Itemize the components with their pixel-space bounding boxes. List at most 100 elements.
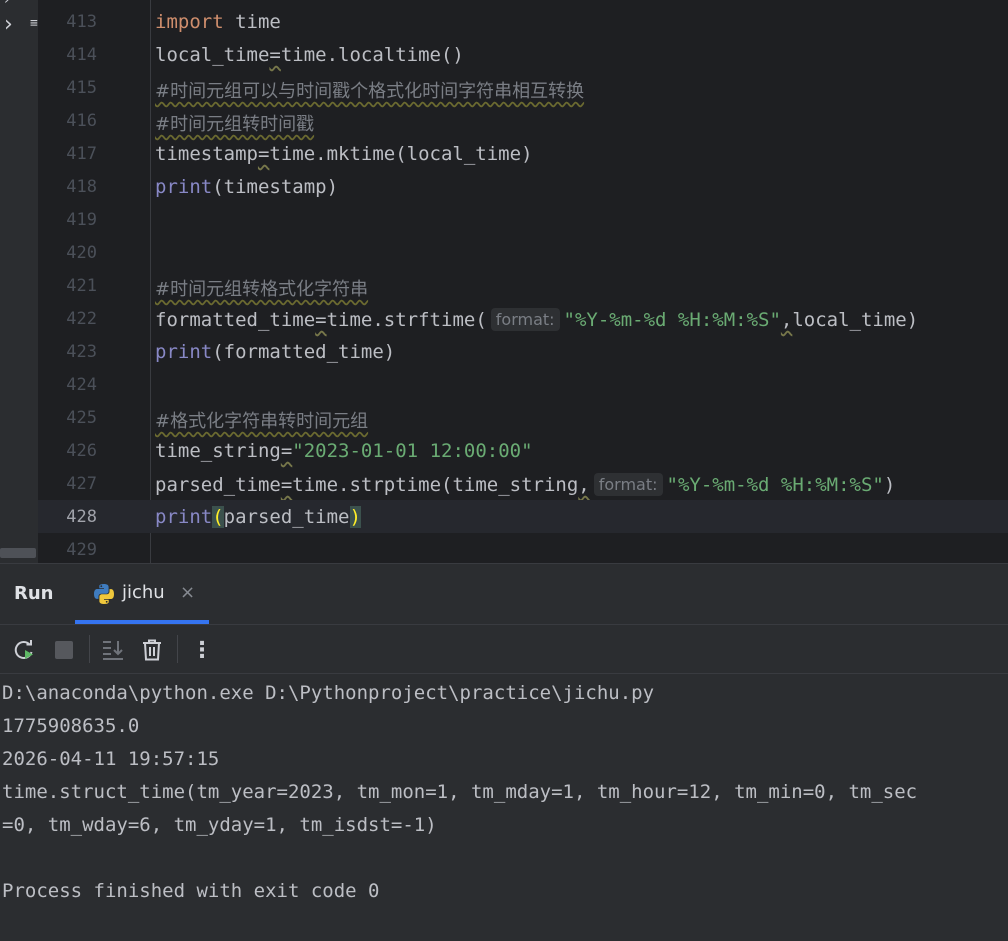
line-number: 426 (66, 441, 97, 461)
code-line[interactable]: 423 print(formatted_time) (38, 335, 1008, 368)
console-output[interactable]: D:\anaconda\python.exe D:\Pythonproject\… (0, 674, 1008, 941)
code-text[interactable]: print(timestamp) (155, 176, 338, 198)
line-number: 417 (66, 144, 97, 164)
code-line[interactable]: 424 (38, 368, 1008, 401)
console-line: Process finished with exit code 0 (2, 880, 380, 902)
code-token: ) (883, 474, 896, 496)
comment-token: #时间元组可以与时间戳个格式化时间字符串相互转换 (155, 81, 585, 102)
line-number: 416 (66, 111, 97, 131)
code-line[interactable]: 422 formatted_time=time.strftime(format:… (38, 302, 1008, 335)
code-text[interactable]: print(parsed_time) (155, 506, 361, 528)
code-line[interactable]: 418 print(timestamp) (38, 170, 1008, 203)
code-text[interactable]: #时间元组转格式化字符串 (155, 275, 368, 301)
code-text[interactable]: local_time=time.localtime() (155, 44, 464, 66)
comment-token: #时间元组转时间戳 (155, 114, 315, 135)
code-line[interactable]: 426 time_string="2023-01-01 12:00:00" (38, 434, 1008, 467)
code-line-current[interactable]: 428 print(parsed_time) (38, 500, 1008, 533)
horizontal-scrollbar[interactable] (0, 548, 36, 558)
code-editor[interactable]: › › ≡ 413 import time 414 local_time=tim… (0, 0, 1008, 563)
code-token: time_string (155, 440, 281, 462)
code-token: (formatted_time) (212, 341, 396, 363)
builtin-token: print (155, 341, 213, 363)
more-vertical-icon[interactable]: ⋮ (189, 637, 215, 663)
code-line[interactable]: 419 (38, 203, 1008, 236)
console-line: =0, tm_wday=6, tm_yday=1, tm_isdst=-1) (2, 814, 437, 836)
line-number: 421 (66, 276, 97, 296)
code-token: time.mktime(local_time) (269, 143, 533, 165)
run-toolbar: ⋮ (0, 625, 1008, 673)
structure-icon[interactable]: ≡ (30, 16, 38, 31)
code-text[interactable]: print(formatted_time) (155, 341, 395, 363)
code-text[interactable]: parsed_time=time.strptime(time_string, fo… (155, 473, 895, 496)
code-text[interactable]: time_string="2023-01-01 12:00:00" (155, 440, 533, 462)
console-line: D:\anaconda\python.exe D:\Pythonproject\… (2, 682, 655, 704)
builtin-token: print (155, 176, 213, 198)
stop-button[interactable] (51, 637, 77, 663)
code-token: parsed_time (155, 474, 281, 496)
code-line[interactable]: 414 local_time=time.localtime() (38, 38, 1008, 71)
code-text[interactable]: import time (155, 11, 281, 33)
scroll-to-end-icon (103, 641, 123, 660)
code-text[interactable]: #时间元组转时间戳 (155, 110, 314, 136)
comment-token: #时间元组转格式化字符串 (155, 279, 369, 300)
line-number: 420 (66, 243, 97, 263)
clear-console-button[interactable] (139, 637, 165, 663)
code-text[interactable]: timestamp=time.mktime(local_time) (155, 143, 533, 165)
comment-token: #格式化字符串转时间元组 (155, 411, 369, 432)
trash-icon (143, 639, 161, 661)
code-text[interactable]: formatted_time=time.strftime(format: "%Y-… (155, 308, 918, 331)
code-line[interactable]: 421 #时间元组转格式化字符串 (38, 269, 1008, 302)
console-line: time.struct_time(tm_year=2023, tm_mon=1,… (2, 781, 918, 803)
run-panel-title: Run (14, 583, 54, 604)
code-text[interactable]: #格式化字符串转时间元组 (155, 407, 368, 433)
code-token: = (280, 440, 293, 462)
line-number: 414 (66, 45, 97, 65)
tab-label: jichu (122, 582, 165, 603)
code-line[interactable]: 420 (38, 236, 1008, 269)
close-icon[interactable]: × (180, 582, 195, 603)
code-token: = (315, 309, 327, 331)
code-token: = (280, 474, 293, 496)
line-number: 415 (66, 78, 97, 98)
parameter-hint: format: (593, 473, 663, 496)
code-line[interactable]: 427 parsed_time=time.strptime(time_strin… (38, 467, 1008, 500)
chevron-right-icon[interactable]: › (4, 0, 10, 8)
line-number: 423 (66, 342, 97, 362)
run-tab-bar: Run jichu × (0, 564, 1008, 624)
line-number: 425 (66, 408, 97, 428)
matched-paren: ) (349, 506, 361, 528)
string-token: "%Y-%m-%d %H:%M:%S" (666, 474, 884, 496)
code-token: = (257, 143, 270, 165)
left-tool-strip: › › ≡ (0, 0, 38, 563)
code-line[interactable]: 415 #时间元组可以与时间戳个格式化时间字符串相互转换 (38, 71, 1008, 104)
chevron-right-icon[interactable]: › (4, 12, 13, 37)
line-number: 413 (66, 12, 97, 32)
rerun-icon (14, 640, 33, 659)
scroll-to-end-button[interactable] (100, 637, 126, 663)
keyword-token: import (155, 11, 224, 33)
code-token: parsed_time (223, 506, 350, 528)
toolbar-separator (89, 635, 90, 663)
rerun-button[interactable] (11, 637, 37, 663)
python-icon (94, 584, 114, 604)
code-line[interactable]: 429 (38, 533, 1008, 563)
code-line[interactable]: 413 import time (38, 5, 1008, 38)
line-number: 424 (66, 375, 97, 395)
console-line: 1775908635.0 (2, 715, 140, 737)
string-token: "%Y-%m-%d %H:%M:%S" (563, 309, 781, 331)
code-token: time.strptime(time_string (292, 474, 579, 496)
code-text[interactable]: #时间元组可以与时间戳个格式化时间字符串相互转换 (155, 77, 584, 103)
code-line[interactable]: 417 timestamp=time.mktime(local_time) (38, 137, 1008, 170)
matched-paren: ( (212, 506, 224, 528)
code-token: = (269, 44, 281, 66)
stop-icon (55, 641, 73, 659)
toolbar-separator (177, 635, 178, 663)
code-token: local_time (155, 44, 270, 66)
parameter-hint: format: (490, 308, 560, 331)
code-line[interactable]: 425 #格式化字符串转时间元组 (38, 401, 1008, 434)
code-token: , (780, 309, 793, 331)
tab-jichu[interactable]: jichu × (75, 564, 209, 624)
line-number: 429 (66, 540, 97, 560)
code-line[interactable]: 416 #时间元组转时间戳 (38, 104, 1008, 137)
code-token: (timestamp) (212, 176, 339, 198)
